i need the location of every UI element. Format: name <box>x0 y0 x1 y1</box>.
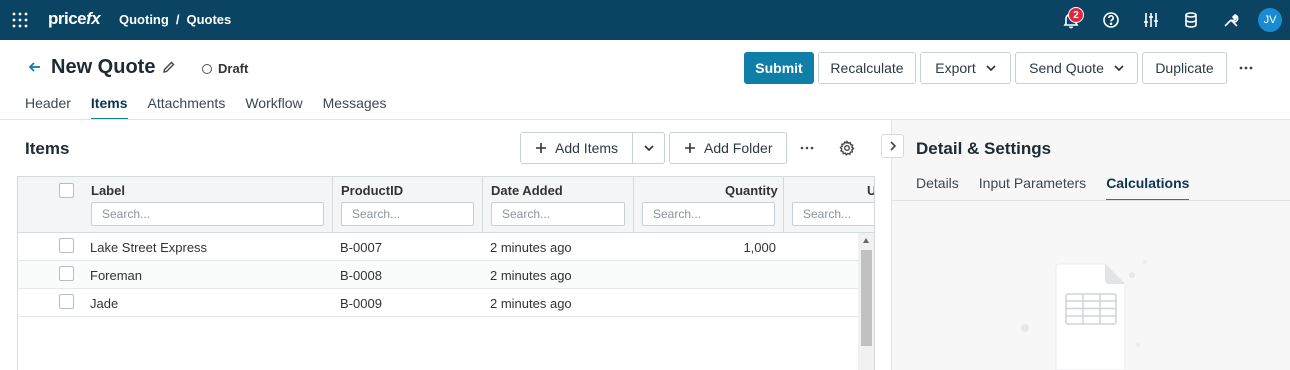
tab-workflow[interactable]: Workflow <box>245 94 302 120</box>
table-row[interactable]: Lake Street Express B-0007 2 minutes ago… <box>18 233 858 261</box>
top-navigation-bar: pricefx Quoting / Quotes 2 JV <box>0 0 1290 40</box>
column-header-unit[interactable]: U <box>867 183 874 198</box>
label-filter-input[interactable] <box>91 202 324 226</box>
apps-grid-icon[interactable] <box>12 12 28 28</box>
row-checkbox[interactable] <box>59 266 74 281</box>
column-divider <box>633 177 634 233</box>
export-label: Export <box>935 60 976 76</box>
tab-attachments[interactable]: Attachments <box>148 94 226 120</box>
edit-pencil-icon[interactable] <box>162 60 176 74</box>
divider <box>891 200 1290 201</box>
status-label: Draft <box>218 61 249 76</box>
row-date-added: 2 minutes ago <box>490 240 572 255</box>
tab-messages[interactable]: Messages <box>323 94 387 120</box>
back-arrow-icon[interactable] <box>28 60 42 74</box>
row-label: Lake Street Express <box>90 240 208 255</box>
row-productid: B-0009 <box>340 296 382 311</box>
quantity-filter-input[interactable] <box>642 202 775 226</box>
panel-title: Detail & Settings <box>916 139 1052 158</box>
unit-filter-input[interactable] <box>792 202 874 226</box>
tab-details[interactable]: Details <box>916 175 959 201</box>
row-date-added: 2 minutes ago <box>490 296 572 311</box>
table-row[interactable]: Jade B-0009 2 minutes ago <box>18 289 858 317</box>
row-label: Foreman <box>90 268 143 283</box>
row-quantity: 1,000 <box>743 240 776 255</box>
items-table: Label ProductID Date Added Quantity U La… <box>17 176 875 370</box>
row-productid: B-0007 <box>340 240 382 255</box>
help-icon[interactable] <box>1102 11 1120 29</box>
tab-input-parameters[interactable]: Input Parameters <box>979 175 1086 201</box>
submit-button[interactable]: Submit <box>744 52 814 84</box>
status-badge: Draft <box>202 61 248 76</box>
tab-items[interactable]: Items <box>90 94 128 120</box>
select-all-checkbox[interactable] <box>59 183 74 198</box>
column-header-label[interactable]: Label <box>91 183 125 198</box>
column-header-date-added[interactable]: Date Added <box>491 183 563 198</box>
recalculate-label: Recalculate <box>830 60 904 76</box>
column-divider <box>332 177 333 233</box>
logo-fx-text: fx <box>86 9 101 28</box>
breadcrumb-separator: / <box>175 12 180 27</box>
chevron-down-icon <box>1114 65 1124 71</box>
pricefx-logo[interactable]: pricefx <box>48 9 101 29</box>
collapse-panel-button[interactable] <box>881 134 904 158</box>
column-divider <box>482 177 483 233</box>
row-checkbox[interactable] <box>59 294 74 309</box>
detail-tabs: Details Input Parameters Calculations <box>916 175 1209 201</box>
breadcrumb-quoting[interactable]: Quoting <box>119 12 169 27</box>
row-date-added: 2 minutes ago <box>490 268 572 283</box>
breadcrumb: Quoting / Quotes <box>119 12 231 27</box>
column-header-quantity[interactable]: Quantity <box>725 183 778 198</box>
user-avatar[interactable]: JV <box>1258 8 1282 32</box>
scrollbar-thumb[interactable] <box>861 250 872 346</box>
empty-state-spreadsheet-icon <box>1010 250 1170 370</box>
row-label: Jade <box>90 296 119 311</box>
send-quote-label: Send Quote <box>1029 60 1104 76</box>
settings-gear-icon[interactable] <box>839 140 855 156</box>
chevron-down-icon <box>986 65 996 71</box>
export-button[interactable]: Export <box>920 52 1011 84</box>
logo-text: price <box>48 9 87 28</box>
plus-icon <box>536 143 546 153</box>
add-folder-label: Add Folder <box>704 140 773 156</box>
productid-filter-input[interactable] <box>341 202 474 226</box>
page-title: New Quote <box>51 56 156 78</box>
add-folder-button[interactable]: Add Folder <box>669 132 787 164</box>
database-icon[interactable] <box>1182 11 1200 29</box>
send-quote-button[interactable]: Send Quote <box>1015 52 1138 84</box>
table-header: Label ProductID Date Added Quantity U <box>18 177 874 233</box>
duplicate-label: Duplicate <box>1155 60 1214 76</box>
chevron-down-icon <box>643 145 654 151</box>
duplicate-button[interactable]: Duplicate <box>1142 52 1227 84</box>
status-circle-icon <box>202 63 212 74</box>
quote-tabs: Header Items Attachments Workflow Messag… <box>25 94 406 120</box>
column-header-productid[interactable]: ProductID <box>341 183 403 198</box>
sliders-icon[interactable] <box>1142 11 1160 29</box>
table-row[interactable]: Foreman B-0008 2 minutes ago <box>18 261 858 289</box>
row-productid: B-0008 <box>340 268 382 283</box>
recalculate-button[interactable]: Recalculate <box>818 52 916 84</box>
items-section-title: Items <box>25 139 70 158</box>
tab-calculations[interactable]: Calculations <box>1106 175 1190 201</box>
add-items-dropdown-button[interactable] <box>632 132 665 164</box>
chevron-right-icon <box>889 141 896 151</box>
notification-badge: 2 <box>1068 7 1084 23</box>
breadcrumb-quotes[interactable]: Quotes <box>186 12 231 27</box>
submit-label: Submit <box>755 60 803 76</box>
more-options-icon[interactable] <box>799 140 815 156</box>
plus-icon <box>685 143 695 153</box>
date-added-filter-input[interactable] <box>491 202 625 226</box>
scroll-up-arrow-icon[interactable] <box>863 238 869 243</box>
add-items-label: Add Items <box>555 140 619 156</box>
tools-icon[interactable] <box>1222 11 1240 29</box>
column-divider <box>783 177 784 233</box>
tab-header[interactable]: Header <box>25 94 71 120</box>
more-options-icon[interactable] <box>1238 60 1254 76</box>
add-items-button[interactable]: Add Items <box>520 132 633 164</box>
row-checkbox[interactable] <box>59 238 74 253</box>
